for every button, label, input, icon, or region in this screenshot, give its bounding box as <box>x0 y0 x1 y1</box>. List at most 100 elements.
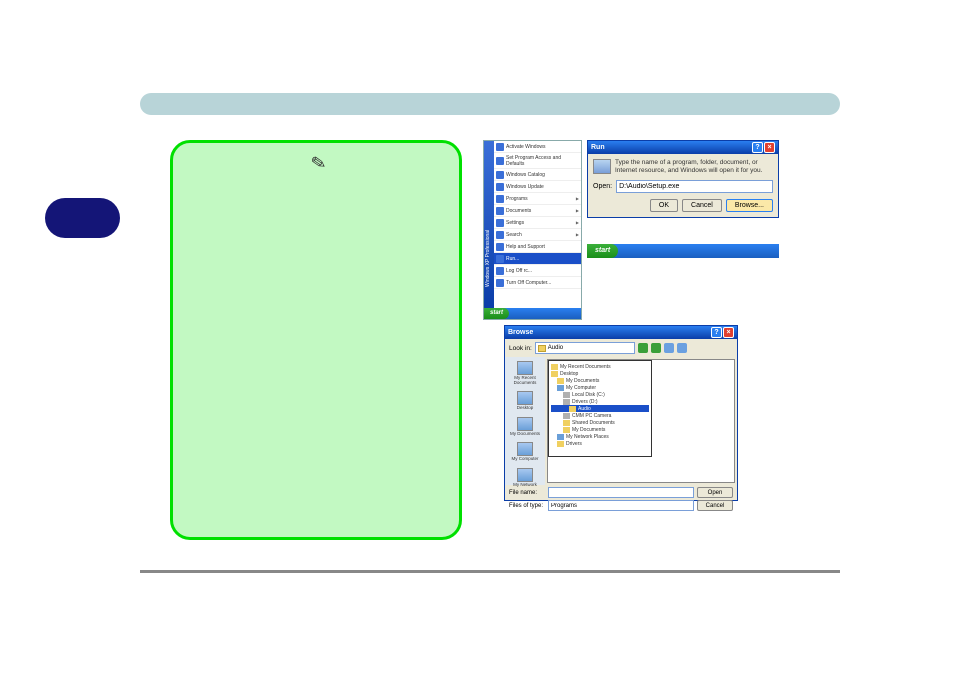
menu-item-label: Run... <box>506 256 519 262</box>
menu-item-label: Activate Windows <box>506 144 545 150</box>
start-menu-item[interactable]: Windows Catalog <box>494 169 581 181</box>
browse-title: Browse <box>508 329 710 336</box>
run-program-icon <box>593 159 611 174</box>
run-dialog: Run ? × Type the name of a program, fold… <box>587 140 779 218</box>
filetype-dropdown[interactable] <box>548 500 694 511</box>
menu-item-icon <box>496 207 504 215</box>
menu-item-label: Windows Catalog <box>506 172 545 178</box>
open-button[interactable]: Open <box>697 487 733 498</box>
help-icon[interactable]: ? <box>752 142 763 153</box>
drive-icon <box>563 413 570 419</box>
start-menu: Windows XP Professional Activate Windows… <box>483 140 582 320</box>
file-list-area[interactable]: My Recent DocumentsDesktopMy DocumentsMy… <box>547 359 735 483</box>
start-button[interactable]: start <box>587 244 618 258</box>
run-description: Type the name of a program, folder, docu… <box>615 159 773 175</box>
menu-item-icon <box>496 267 504 275</box>
place-icon <box>517 417 533 431</box>
side-pill <box>45 198 120 238</box>
run-titlebar[interactable]: Run ? × <box>588 141 778 154</box>
start-menu-item[interactable]: Help and Support <box>494 241 581 253</box>
folder-icon <box>563 420 570 426</box>
filetype-label: Files of type: <box>509 503 545 509</box>
tree-item[interactable]: Drivers (D:) <box>551 398 649 405</box>
submenu-arrow-icon: ▶ <box>576 232 579 237</box>
start-menu-item[interactable]: Programs▶ <box>494 193 581 205</box>
menu-item-label: Documents <box>506 208 531 214</box>
new-folder-icon[interactable] <box>664 343 674 353</box>
tree-item[interactable]: My Recent Documents <box>551 363 649 370</box>
place-icon <box>517 442 533 456</box>
start-bar-strip: start <box>587 244 779 258</box>
menu-item-label: Turn Off Computer... <box>506 280 551 286</box>
view-menu-icon[interactable] <box>677 343 687 353</box>
places-item[interactable]: My Network <box>507 466 543 490</box>
tree-item[interactable]: Audio <box>551 405 649 412</box>
tree-item[interactable]: My Network Places <box>551 433 649 440</box>
menu-item-icon <box>496 255 504 263</box>
start-menu-item[interactable]: Log Off rc... <box>494 265 581 277</box>
menu-item-label: Settings <box>506 220 524 226</box>
help-icon[interactable]: ? <box>711 327 722 338</box>
tree-item[interactable]: Desktop <box>551 370 649 377</box>
tree-item[interactable]: Drivers <box>551 440 649 447</box>
up-icon[interactable] <box>651 343 661 353</box>
start-menu-item[interactable]: Run... <box>494 253 581 265</box>
submenu-arrow-icon: ▶ <box>576 220 579 225</box>
os-branding-text: Windows XP Professional <box>485 277 491 287</box>
open-input[interactable] <box>616 180 773 193</box>
tree-item[interactable]: My Documents <box>551 377 649 384</box>
tree-item[interactable]: My Documents <box>551 426 649 433</box>
tree-item[interactable]: My Computer <box>551 384 649 391</box>
lookin-dropdown[interactable]: Audio <box>535 342 635 354</box>
close-icon[interactable]: × <box>764 142 775 153</box>
comp-icon <box>557 434 564 440</box>
start-menu-item[interactable]: Search ▶ <box>494 229 581 241</box>
browse-button[interactable]: Browse... <box>726 199 773 212</box>
tree-item[interactable]: CMM PC Camera <box>551 412 649 419</box>
pen-icon: ✎ <box>309 152 328 175</box>
start-menu-item[interactable]: Documents ▶ <box>494 205 581 217</box>
place-icon <box>517 361 533 375</box>
browse-titlebar[interactable]: Browse ? × <box>505 326 737 339</box>
places-item[interactable]: My Documents <box>507 415 543 439</box>
place-icon <box>517 468 533 482</box>
menu-item-icon <box>496 195 504 203</box>
tree-item-label: My Documents <box>566 378 599 384</box>
tree-item-label: Audio <box>578 406 591 412</box>
menu-item-label: Search <box>506 232 522 238</box>
places-item[interactable]: Desktop <box>507 389 543 413</box>
menu-item-icon <box>496 243 504 251</box>
start-button[interactable]: start <box>484 308 509 319</box>
menu-item-label: Windows Update <box>506 184 544 190</box>
start-menu-item[interactable]: Turn Off Computer... <box>494 277 581 289</box>
start-menu-item[interactable]: Set Program Access and Defaults <box>494 153 581 169</box>
folder-icon <box>551 371 558 377</box>
cancel-button[interactable]: Cancel <box>697 500 733 511</box>
place-label: My Documents <box>510 432 540 437</box>
folder-tree-dropdown[interactable]: My Recent DocumentsDesktopMy DocumentsMy… <box>548 360 652 457</box>
place-label: My Computer <box>511 457 538 462</box>
folder-icon <box>563 427 570 433</box>
start-menu-item[interactable]: Settings ▶ <box>494 217 581 229</box>
submenu-arrow-icon: ▶ <box>576 208 579 213</box>
close-icon[interactable]: × <box>723 327 734 338</box>
filename-label: File name: <box>509 490 545 496</box>
place-icon <box>517 391 533 405</box>
menu-item-label: Help and Support <box>506 244 545 250</box>
tree-item-label: CMM PC Camera <box>572 413 611 419</box>
filename-input[interactable] <box>548 487 694 498</box>
folder-icon <box>569 406 576 412</box>
ok-button[interactable]: OK <box>650 199 678 212</box>
tree-item[interactable]: Shared Documents <box>551 419 649 426</box>
start-menu-item[interactable]: Windows Update <box>494 181 581 193</box>
start-menu-item[interactable]: Activate Windows <box>494 141 581 153</box>
menu-item-icon <box>496 183 504 191</box>
places-item[interactable]: My Recent Documents <box>507 359 543 387</box>
tree-item-label: Drivers <box>566 441 582 447</box>
cancel-button[interactable]: Cancel <box>682 199 722 212</box>
places-item[interactable]: My Computer <box>507 440 543 464</box>
place-label: Desktop <box>517 406 534 411</box>
tree-item[interactable]: Local Disk (C:) <box>551 391 649 398</box>
back-icon[interactable] <box>638 343 648 353</box>
folder-icon <box>551 364 558 370</box>
